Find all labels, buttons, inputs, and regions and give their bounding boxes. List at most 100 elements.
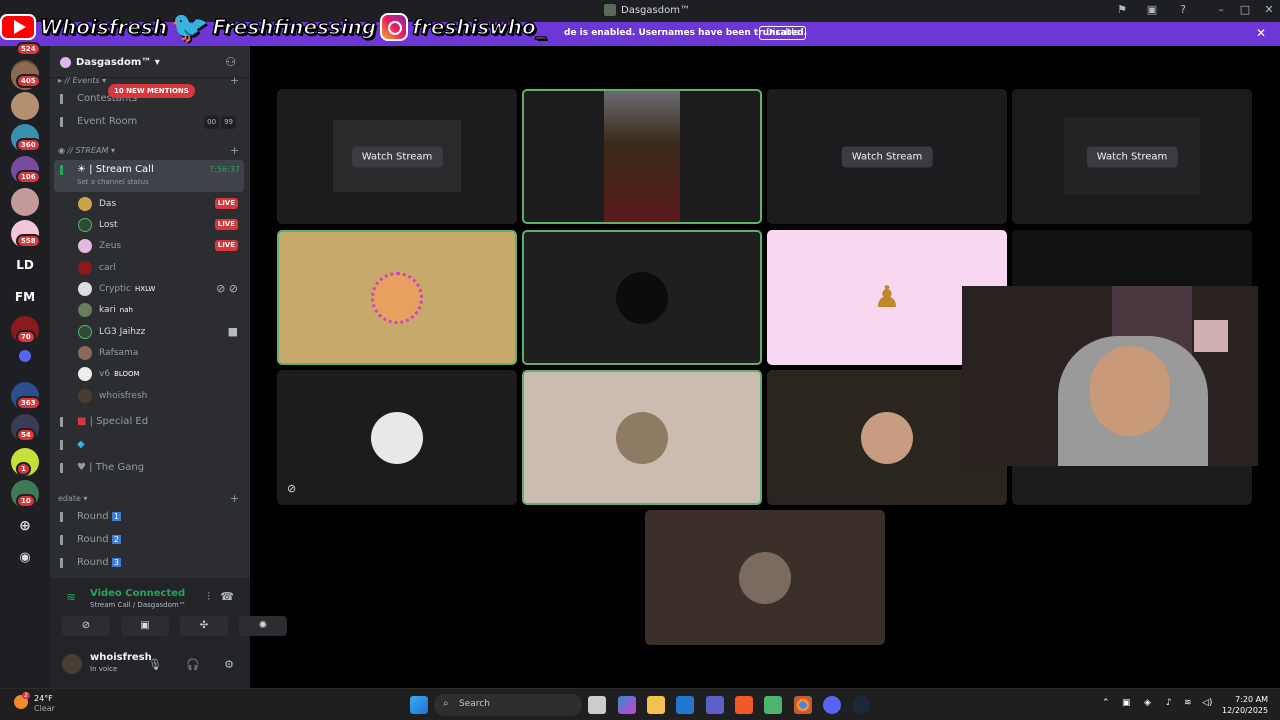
folder-icon[interactable] — [19, 350, 31, 362]
disable-button[interactable]: Disable — [759, 26, 807, 40]
channel-round-3[interactable]: Round 3 — [54, 553, 244, 573]
avatar — [371, 411, 423, 464]
voice-channel[interactable]: Stream Call / Dasgasdom™ — [90, 601, 186, 609]
taskbar: 2 24°F Clear ⌕ Search ⌃ ▣ ◈ ♪ ≋ ◁) 7:20 … — [0, 688, 1280, 720]
headphones-icon[interactable]: 🎧 — [186, 658, 200, 671]
avatar — [861, 411, 913, 464]
voice-user[interactable]: v6 BLOOM — [76, 364, 244, 384]
soundboard-button[interactable]: ✺ — [239, 616, 287, 636]
server-ld[interactable]: LD — [11, 258, 39, 272]
voice-user[interactable]: Lost LIVE — [76, 215, 244, 235]
channel-gem[interactable]: ◆ — [54, 435, 244, 455]
watch-stream-button[interactable]: Watch Stream — [1086, 146, 1178, 167]
channel-event-room[interactable]: Event Room 00 99 — [54, 112, 244, 132]
settings-icon[interactable]: ⚙ — [224, 658, 234, 671]
webcam-overlay — [962, 286, 1258, 466]
screen-icon[interactable]: ▣ — [1144, 3, 1160, 16]
my-username[interactable]: whoisfresh — [90, 652, 152, 663]
add-channel-icon[interactable]: + — [230, 492, 239, 505]
server-avatar[interactable] — [11, 188, 39, 216]
channel-stream-call[interactable]: ☀ | Stream Call 7:56:37 Set a channel st… — [54, 160, 244, 192]
stream-tile[interactable]: Watch Stream — [277, 89, 517, 224]
noise-icon[interactable]: ⫶ — [207, 590, 210, 604]
twitter-handle: Freshfinessing — [212, 14, 377, 39]
category-stream[interactable]: ◉ // STREAM ▾ + — [58, 144, 239, 157]
add-channel-icon[interactable]: + — [230, 144, 239, 157]
stream-preview — [604, 91, 680, 222]
discover-icon[interactable]: ◉ — [11, 550, 39, 565]
tray-shield-icon[interactable]: ◈ — [1144, 698, 1151, 708]
server-badge-icon — [60, 57, 71, 68]
tray-app-icon[interactable]: ▣ — [1122, 698, 1131, 708]
channel-the-gang[interactable]: ♥ | The Gang — [54, 458, 244, 478]
close-icon[interactable]: ✕ — [1261, 3, 1277, 16]
close-notice-icon[interactable]: ✕ — [1256, 26, 1266, 40]
teams-icon[interactable] — [706, 696, 724, 714]
voice-user[interactable]: Cryptic HXLW ⊘ ⊘ — [76, 279, 244, 299]
brave-icon[interactable] — [735, 696, 753, 714]
channel-round-1[interactable]: Round 1 — [54, 507, 244, 527]
add-server-icon[interactable]: ⊕ — [11, 518, 39, 534]
participant-tile[interactable] — [522, 230, 762, 365]
minimize-icon[interactable]: – — [1213, 3, 1229, 16]
volume-icon[interactable]: ◁) — [1202, 698, 1212, 708]
watch-stream-button[interactable]: Watch Stream — [351, 146, 443, 167]
tray-chevron-icon[interactable]: ⌃ — [1102, 698, 1110, 708]
voice-user[interactable]: Zeus LIVE — [76, 236, 244, 256]
server-avatar[interactable] — [11, 92, 39, 120]
stream-tile[interactable]: Watch Stream — [767, 89, 1007, 224]
screen-share-button[interactable]: ▣ — [121, 616, 169, 636]
invite-icon[interactable]: ⚇ — [225, 55, 236, 69]
voice-user[interactable]: LG3 Jaihzz ■ — [76, 322, 244, 342]
chrome-icon[interactable] — [794, 696, 812, 714]
search-box[interactable]: ⌕ Search — [434, 694, 582, 716]
activity-button[interactable]: ✣ — [180, 616, 228, 636]
app-icon[interactable] — [764, 696, 782, 714]
instagram-icon — [380, 13, 409, 41]
camera-off-button[interactable]: ⊘ — [62, 616, 110, 636]
participant-tile[interactable] — [645, 510, 885, 645]
file-explorer-icon[interactable] — [647, 696, 665, 714]
inbox-icon[interactable]: ⚑ — [1114, 3, 1130, 16]
participant-tile[interactable] — [522, 370, 762, 505]
voice-user[interactable]: whoisfresh — [76, 386, 244, 406]
channel-special-ed[interactable]: ■ | Special Ed — [54, 412, 244, 432]
store-icon[interactable] — [676, 696, 694, 714]
server-fm[interactable]: FM — [11, 290, 39, 304]
help-icon[interactable]: ? — [1175, 3, 1191, 16]
stream-tile[interactable] — [522, 89, 762, 224]
server-header[interactable]: Dasgasdom™ ▾ ⚇ — [50, 46, 250, 78]
voice-user[interactable]: Das LIVE — [76, 194, 244, 214]
channel-status[interactable]: Set a channel status — [77, 177, 149, 187]
steam-icon[interactable] — [852, 696, 870, 714]
task-view-icon[interactable] — [588, 696, 606, 714]
live-badge: LIVE — [214, 219, 238, 230]
microphone-icon[interactable]: 🎙 — [148, 658, 162, 671]
category-edate[interactable]: edate ▾ + — [58, 492, 239, 505]
voice-user[interactable]: carl — [76, 258, 244, 278]
voice-user[interactable]: Rafsama — [76, 343, 244, 363]
voice-user[interactable]: kari nah — [76, 300, 244, 320]
stream-tile[interactable]: Watch Stream — [1012, 89, 1252, 224]
twitter-icon: 🐦 — [171, 9, 209, 45]
start-icon[interactable] — [410, 696, 428, 714]
category-events[interactable]: ▸ // Events ▾ + — [58, 74, 239, 87]
avatar[interactable] — [62, 654, 82, 674]
unread-badge: 363 — [16, 396, 41, 410]
add-channel-icon[interactable]: + — [230, 74, 239, 87]
avatar — [78, 218, 92, 232]
watch-stream-button[interactable]: Watch Stream — [841, 146, 933, 167]
clock[interactable]: 7:20 AM 12/20/2025 — [1222, 694, 1268, 716]
disconnect-icon[interactable]: ☎ — [220, 590, 234, 603]
tray-mic-icon[interactable]: ♪ — [1166, 698, 1172, 708]
participant-tile[interactable]: ⊘ — [277, 370, 517, 505]
maximize-icon[interactable]: □ — [1237, 3, 1253, 16]
participant-tile[interactable] — [277, 230, 517, 365]
unread-badge: 54 — [16, 428, 36, 442]
copilot-icon[interactable] — [618, 696, 636, 714]
wifi-icon[interactable]: ≋ — [1184, 698, 1192, 708]
discord-icon[interactable] — [823, 696, 841, 714]
channel-round-2[interactable]: Round 2 — [54, 530, 244, 550]
weather-widget[interactable]: 24°F Clear — [34, 694, 55, 714]
new-mentions-badge[interactable]: 10 NEW MENTIONS — [108, 84, 195, 98]
